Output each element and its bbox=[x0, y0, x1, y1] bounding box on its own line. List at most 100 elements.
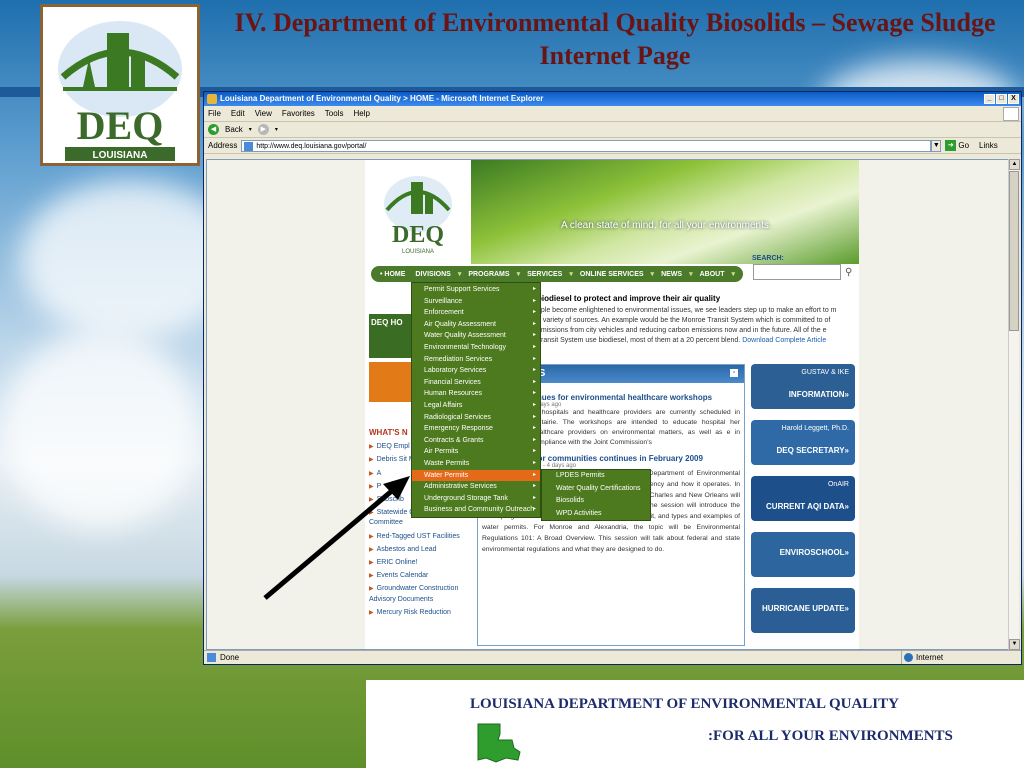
whats-new-item[interactable]: Mercury Risk Reduction bbox=[369, 608, 475, 618]
collapse-icon[interactable]: - bbox=[730, 369, 738, 377]
promo-banner-title: DEQ SECRETARY» bbox=[776, 446, 849, 455]
window-titlebar: Louisiana Department of Environmental Qu… bbox=[204, 92, 1021, 106]
forward-arrow-icon[interactable]: ▶ bbox=[257, 124, 269, 135]
nav-online-services[interactable]: ONLINE SERVICES bbox=[577, 271, 647, 278]
nav-about[interactable]: ABOUT bbox=[697, 271, 728, 278]
submenu-item[interactable]: Biosolids bbox=[542, 495, 650, 508]
whats-new-item[interactable]: Groundwater Construction Advisory Docume… bbox=[369, 584, 475, 604]
promo-banner-title: CURRENT AQI DATA» bbox=[766, 502, 849, 511]
dropdown-item[interactable]: Enforcement ▸ bbox=[412, 307, 540, 319]
dropdown-item[interactable]: Administrative Services ▸ bbox=[412, 481, 540, 493]
address-input[interactable]: http://www.deq.louisiana.gov/portal/ bbox=[241, 139, 932, 152]
submenu-chevron-icon: ▸ bbox=[532, 459, 536, 466]
search-input[interactable] bbox=[753, 264, 841, 280]
deq-slide-logo: DEQ LOUISIANA bbox=[40, 4, 200, 166]
menu-edit[interactable]: Edit bbox=[231, 109, 245, 118]
back-button[interactable]: Back bbox=[225, 125, 243, 134]
download-article-link[interactable]: Download Complete Article bbox=[742, 337, 826, 344]
submenu-chevron-icon: ▸ bbox=[532, 448, 536, 455]
submenu-item[interactable]: Water Quality Certifications bbox=[542, 483, 650, 496]
submenu-chevron-icon: ▸ bbox=[532, 309, 536, 316]
window-title: Louisiana Department of Environmental Qu… bbox=[220, 94, 544, 103]
dropdown-item[interactable]: Radiological Services ▸ bbox=[412, 412, 540, 424]
dropdown-item-label: Emergency Response bbox=[424, 425, 493, 433]
search-icon[interactable]: ⚲ bbox=[845, 267, 852, 278]
cloud bbox=[0, 330, 200, 530]
water-permits-submenu: LPDES Permits Water Quality Certification… bbox=[541, 469, 651, 522]
whats-new-item[interactable]: Events Calendar bbox=[369, 571, 475, 581]
nav-home[interactable]: • HOME bbox=[377, 271, 408, 278]
dropdown-item[interactable]: Emergency Response ▸ bbox=[412, 423, 540, 435]
address-dropdown-icon[interactable]: ▼ bbox=[931, 139, 942, 152]
promo-banner[interactable]: OnAIR CURRENT AQI DATA» bbox=[751, 476, 855, 521]
submenu-item[interactable]: LPDES Permits bbox=[542, 470, 650, 483]
car-banner[interactable] bbox=[369, 362, 411, 402]
nav-programs[interactable]: PROGRAMS bbox=[465, 271, 512, 278]
scroll-up-icon[interactable]: ▲ bbox=[1009, 159, 1020, 170]
forward-dropdown-icon[interactable]: ▾ bbox=[275, 126, 278, 133]
address-bar: Address http://www.deq.louisiana.gov/por… bbox=[204, 138, 1021, 154]
whats-new-item[interactable]: Red-Tagged UST Facilities bbox=[369, 532, 475, 542]
go-button[interactable]: ➜ Go bbox=[945, 140, 969, 151]
dropdown-item[interactable]: Business and Community Outreach ▸ bbox=[412, 504, 540, 516]
dropdown-item[interactable]: Laboratory Services ▸ bbox=[412, 365, 540, 377]
promo-banner[interactable]: ENVIROSCHOOL» bbox=[751, 532, 855, 577]
dropdown-item-label: Legal Affairs bbox=[424, 401, 463, 409]
dropdown-item[interactable]: Water Permits ▸ bbox=[412, 469, 540, 482]
back-arrow-icon[interactable]: ◀ bbox=[208, 124, 219, 135]
browser-window: Louisiana Department of Environmental Qu… bbox=[203, 91, 1022, 665]
menu-view[interactable]: View bbox=[255, 109, 272, 118]
promo-banner-title: HURRICANE UPDATE» bbox=[762, 604, 849, 613]
nav-divisions[interactable]: DIVISIONS bbox=[412, 271, 453, 278]
info-banner[interactable]: DEQ HO bbox=[369, 314, 411, 358]
menu-file[interactable]: File bbox=[208, 109, 221, 118]
promo-banner[interactable]: GUSTAV & IKE INFORMATION» bbox=[751, 364, 855, 409]
dropdown-item-label: Environmental Technology bbox=[424, 343, 506, 351]
dropdown-item-label: Water Permits bbox=[424, 471, 469, 479]
promo-banner[interactable]: Harold Leggett, Ph.D. DEQ SECRETARY» bbox=[751, 420, 855, 465]
scroll-down-icon[interactable]: ▼ bbox=[1009, 639, 1020, 650]
footer-organization: LOUISIANA DEPARTMENT OF ENVIRONMENTAL QU… bbox=[470, 696, 899, 712]
dropdown-item[interactable]: Underground Storage Tank ▸ bbox=[412, 493, 540, 505]
whats-new-item[interactable]: ERIC Online! bbox=[369, 558, 475, 568]
dropdown-item[interactable]: Legal Affairs ▸ bbox=[412, 400, 540, 412]
dropdown-item-label: Underground Storage Tank bbox=[424, 494, 508, 502]
dropdown-item[interactable]: Water Quality Assessment ▸ bbox=[412, 330, 540, 342]
dropdown-item[interactable]: Contracts & Grants ▸ bbox=[412, 435, 540, 447]
dropdown-item[interactable]: Environmental Technology ▸ bbox=[412, 342, 540, 354]
dropdown-item[interactable]: Air Permits ▸ bbox=[412, 446, 540, 458]
nav-news[interactable]: NEWS bbox=[658, 271, 685, 278]
dropdown-item[interactable]: Human Resources ▸ bbox=[412, 388, 540, 400]
links-button[interactable]: Links bbox=[979, 141, 998, 150]
minimize-button[interactable]: _ bbox=[984, 94, 995, 104]
dropdown-item-label: Air Permits bbox=[424, 448, 459, 456]
nav-services[interactable]: SERVICES bbox=[524, 271, 565, 278]
submenu-item[interactable]: WPD Activities bbox=[542, 508, 650, 521]
ie-icon bbox=[207, 94, 217, 104]
promo-banner-title: INFORMATION» bbox=[788, 390, 849, 399]
menu-help[interactable]: Help bbox=[353, 109, 369, 118]
dropdown-item-label: Radiological Services bbox=[424, 413, 491, 421]
dropdown-item-label: Financial Services bbox=[424, 378, 481, 386]
promo-banner[interactable]: HURRICANE UPDATE» bbox=[751, 588, 855, 633]
maximize-button[interactable]: □ bbox=[996, 94, 1007, 104]
dropdown-item[interactable]: Waste Permits ▸ bbox=[412, 458, 540, 470]
dropdown-item[interactable]: Surveillance ▸ bbox=[412, 296, 540, 308]
dropdown-item-label: Surveillance bbox=[424, 297, 463, 305]
go-label: Go bbox=[958, 141, 970, 150]
scroll-thumb[interactable] bbox=[1009, 171, 1019, 331]
page-icon bbox=[244, 141, 254, 151]
toolbar: ◀ Back ▾ ▶ ▾ bbox=[204, 122, 1021, 138]
dropdown-item[interactable]: Remediation Services ▸ bbox=[412, 354, 540, 366]
site-logo[interactable]: DEQ LOUISIANA bbox=[365, 160, 471, 264]
menu-favorites[interactable]: Favorites bbox=[282, 109, 315, 118]
whats-new-item[interactable]: Asbestos and Lead bbox=[369, 545, 475, 555]
back-dropdown-icon[interactable]: ▾ bbox=[249, 126, 252, 133]
info-banner-label: DEQ HO bbox=[371, 318, 403, 327]
menu-tools[interactable]: Tools bbox=[325, 109, 344, 118]
dropdown-item[interactable]: Financial Services ▸ bbox=[412, 377, 540, 389]
dropdown-item[interactable]: Air Quality Assessment ▸ bbox=[412, 319, 540, 331]
close-button[interactable]: X bbox=[1008, 94, 1019, 104]
vertical-scrollbar[interactable]: ▲ ▼ bbox=[1008, 159, 1020, 650]
dropdown-item[interactable]: Permit Support Services ▸ bbox=[412, 284, 540, 296]
